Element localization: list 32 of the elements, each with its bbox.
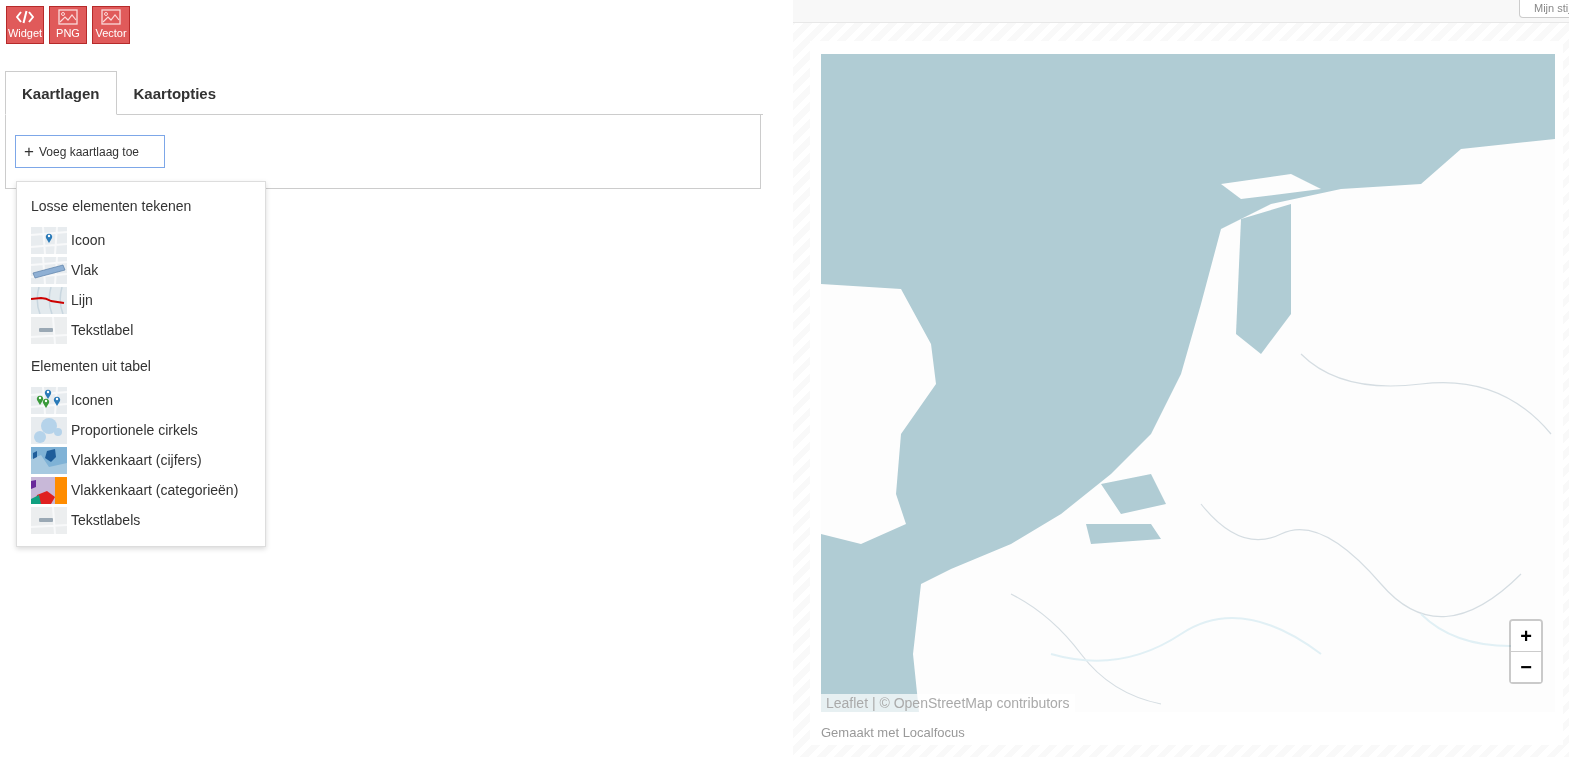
- export-button[interactable]: Vector: [92, 6, 130, 44]
- area-thumbnail-icon: [31, 256, 67, 284]
- menu-item[interactable]: Icoon: [31, 225, 106, 255]
- code-icon: [16, 9, 34, 25]
- menu-section-title: Losse elementen tekenen: [31, 198, 193, 216]
- menu-item[interactable]: Vlakkenkaart (cijfers): [31, 445, 202, 475]
- label-thumbnail-icon: [31, 316, 67, 344]
- route-line-thumbnail-icon: [31, 286, 67, 314]
- menu-item[interactable]: Iconen: [31, 385, 114, 415]
- credit-text: Gemaakt met Localfocus: [821, 725, 966, 740]
- menu-item[interactable]: Lijn: [31, 285, 93, 315]
- circles-thumbnail-icon: [31, 416, 67, 444]
- export-button[interactable]: Widget: [6, 6, 44, 44]
- zoom-in-button[interactable]: +: [1511, 621, 1541, 652]
- menu-item[interactable]: Tekstlabels: [31, 505, 141, 535]
- export-button[interactable]: PNG: [49, 6, 87, 44]
- style-select[interactable]: Mijn stij: [1519, 0, 1569, 18]
- image-icon: [58, 9, 78, 25]
- tab[interactable]: Kaartlagen: [5, 71, 117, 115]
- add-layer-button[interactable]: + Voeg kaartlaag toe: [15, 135, 165, 168]
- menu-item[interactable]: Vlak: [31, 255, 99, 285]
- image-icon: [101, 9, 121, 25]
- tab[interactable]: Kaartopties: [116, 71, 234, 115]
- choropleth-thumbnail-icon: [31, 446, 67, 474]
- menu-item[interactable]: Vlakkenkaart (categorieën): [31, 475, 239, 505]
- menu-item[interactable]: Tekstlabel: [31, 315, 134, 345]
- map-pin-thumbnail-icon: [31, 226, 67, 254]
- menu-item[interactable]: Proportionele cirkels: [31, 415, 198, 445]
- menu-section-title: Elementen uit tabel: [31, 358, 152, 376]
- categories-thumbnail-icon: [31, 476, 67, 504]
- label-thumbnail-icon: [31, 506, 67, 534]
- map-pins-thumbnail-icon: [31, 386, 67, 414]
